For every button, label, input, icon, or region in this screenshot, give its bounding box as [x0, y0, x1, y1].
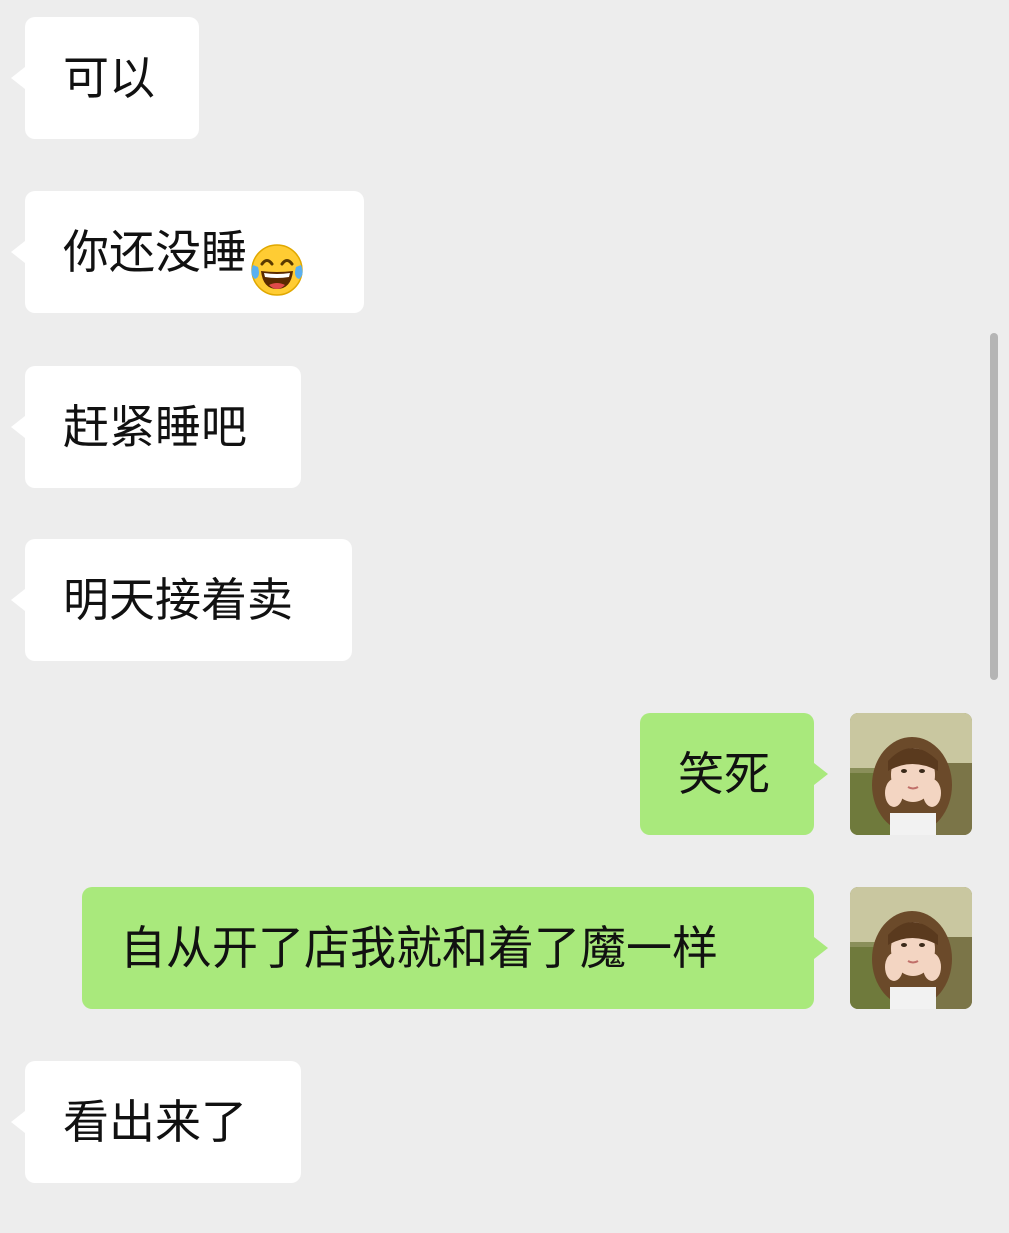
message-text: 明天接着卖 — [63, 573, 293, 627]
message-text: 自从开了店我就和着了魔一样 — [120, 921, 718, 975]
scrollbar[interactable] — [990, 333, 998, 680]
message-row-incoming: 赶紧睡吧 — [0, 366, 1009, 488]
bubble-tail — [814, 763, 828, 785]
message-row-incoming: 你还没睡 — [0, 191, 1009, 313]
message-text: 看出来了 — [63, 1095, 247, 1149]
message-bubble-outgoing[interactable]: 自从开了店我就和着了魔一样 — [82, 887, 814, 1009]
message-bubble-incoming[interactable]: 看出来了 — [25, 1061, 301, 1183]
message-text: 可以 — [63, 51, 155, 105]
user-avatar[interactable] — [850, 887, 972, 1009]
message-bubble-outgoing[interactable]: 笑死 — [640, 713, 814, 835]
message-bubble-incoming[interactable]: 你还没睡 — [25, 191, 364, 313]
avatar-photo-icon — [850, 713, 972, 835]
chat-message-list[interactable]: 可以 你还没睡 赶紧睡吧 明天接着卖 笑死 自从开了店我就和着了魔一样 看出来了 — [0, 0, 1009, 1233]
message-text: 赶紧睡吧 — [63, 400, 247, 454]
message-text: 笑死 — [678, 747, 770, 801]
message-row-incoming: 可以 — [0, 17, 1009, 139]
message-bubble-incoming[interactable]: 赶紧睡吧 — [25, 366, 301, 488]
tears-of-joy-emoji-icon — [247, 222, 307, 296]
message-bubble-incoming[interactable]: 可以 — [25, 17, 199, 139]
message-row-incoming: 看出来了 — [0, 1061, 1009, 1183]
bubble-tail — [11, 416, 25, 438]
bubble-tail — [11, 67, 25, 89]
bubble-tail — [11, 1111, 25, 1133]
bubble-tail — [11, 241, 25, 263]
bubble-tail — [814, 937, 828, 959]
message-row-incoming: 明天接着卖 — [0, 539, 1009, 661]
message-row-outgoing: 自从开了店我就和着了魔一样 — [0, 887, 1009, 1009]
avatar-photo-icon — [850, 887, 972, 1009]
message-row-outgoing: 笑死 — [0, 713, 1009, 835]
message-bubble-incoming[interactable]: 明天接着卖 — [25, 539, 352, 661]
bubble-tail — [11, 589, 25, 611]
user-avatar[interactable] — [850, 713, 972, 835]
message-text: 你还没睡 — [63, 225, 247, 279]
